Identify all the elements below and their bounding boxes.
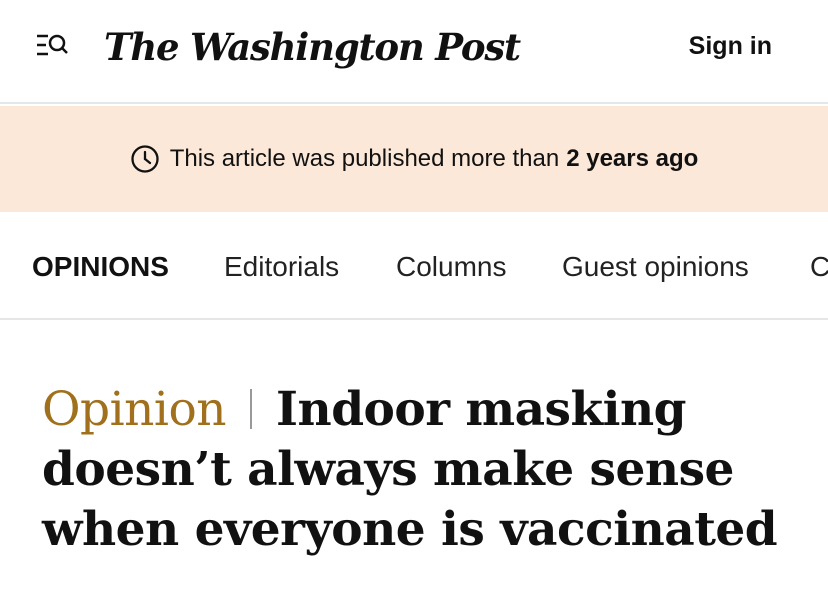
nav-opinions[interactable]: OPINIONS [32, 250, 169, 284]
clock-icon [131, 145, 159, 173]
nav-editorials[interactable]: Editorials [224, 250, 339, 284]
nav-columns[interactable]: Columns [396, 250, 506, 284]
opinion-kicker[interactable]: Opinion [42, 382, 227, 437]
nav-guest-opinions[interactable]: Guest opinions [562, 250, 749, 284]
section-nav: OPINIONS Editorials Columns Guest opinio… [0, 212, 828, 320]
menu-search-icon[interactable] [36, 32, 70, 60]
notice-emphasis: 2 years ago [566, 145, 699, 172]
kicker-divider [250, 389, 253, 429]
notice-text: This article was published more than [169, 145, 560, 172]
nav-next-item[interactable]: C [810, 250, 828, 284]
site-logo[interactable]: The Washington Post [104, 20, 521, 74]
article-age-notice: This article was published more than 2 y… [0, 106, 828, 212]
site-header: The Washington Post Sign in [0, 0, 828, 104]
article-headline: Opinion Indoor masking doesn’t always mak… [42, 380, 802, 560]
sign-in-button[interactable]: Sign in [689, 30, 772, 62]
